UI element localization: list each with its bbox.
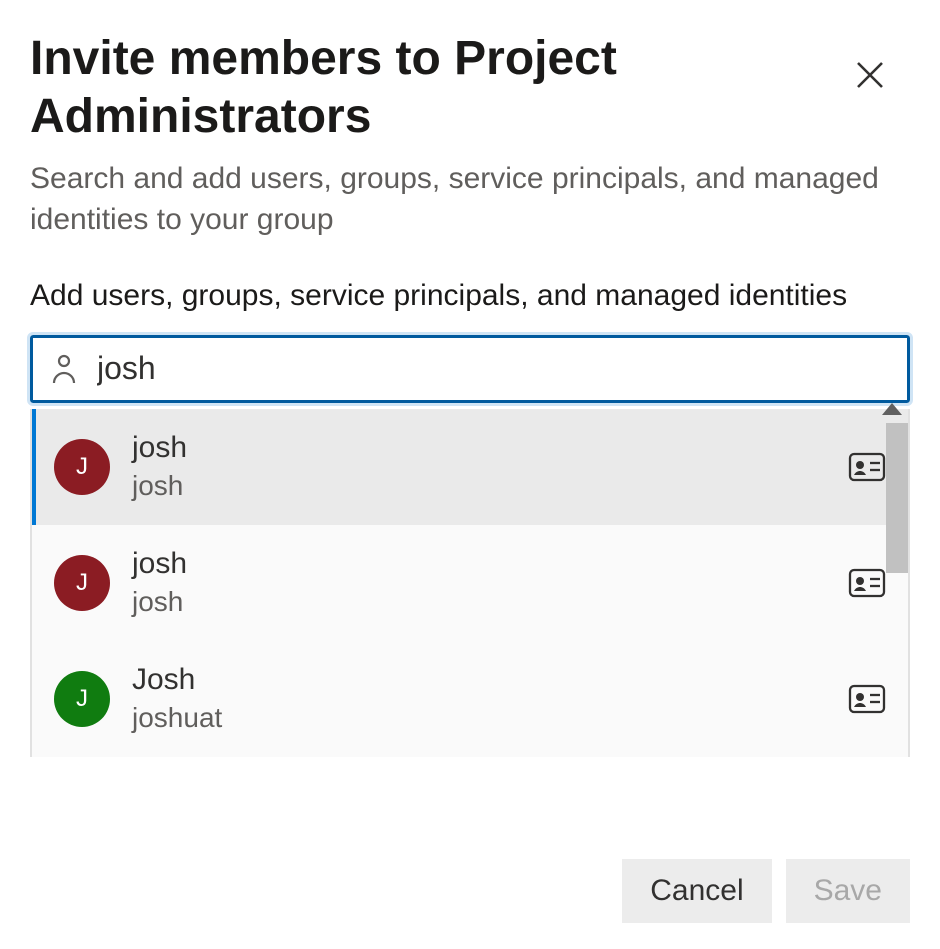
suggestion-detail: josh <box>132 586 848 618</box>
identity-search-input[interactable] <box>97 338 889 400</box>
suggestion-item-0[interactable]: J josh josh <box>32 409 908 525</box>
suggestion-item-1[interactable]: J josh josh <box>32 525 908 641</box>
scroll-up-arrow[interactable] <box>882 403 902 415</box>
avatar: J <box>54 671 110 727</box>
person-icon <box>51 353 77 385</box>
suggestion-detail: joshuat <box>132 702 848 734</box>
suggestion-detail: josh <box>132 470 848 502</box>
identity-card-icon <box>848 452 886 482</box>
avatar: J <box>54 439 110 495</box>
dialog-footer: Cancel Save <box>622 859 910 923</box>
suggestion-item-2[interactable]: J Josh joshuat <box>32 641 908 757</box>
identity-card-icon <box>848 684 886 714</box>
identity-card-icon <box>848 568 886 598</box>
suggestion-list: J josh josh J josh josh J Josh joshuat <box>30 409 910 757</box>
close-icon <box>854 59 886 91</box>
avatar: J <box>54 555 110 611</box>
identity-search-field[interactable] <box>30 335 910 403</box>
suggestion-name: Josh <box>132 663 848 696</box>
search-field-label: Add users, groups, service principals, a… <box>30 276 910 317</box>
scrollbar-thumb[interactable] <box>886 423 908 573</box>
suggestion-name: josh <box>132 547 848 580</box>
cancel-button[interactable]: Cancel <box>622 859 771 923</box>
panel-subtitle: Search and add users, groups, service pr… <box>30 159 910 240</box>
close-button[interactable] <box>850 55 890 95</box>
suggestion-name: josh <box>132 431 848 464</box>
panel-title: Invite members to Project Administrators <box>30 30 830 145</box>
save-button[interactable]: Save <box>786 859 910 923</box>
